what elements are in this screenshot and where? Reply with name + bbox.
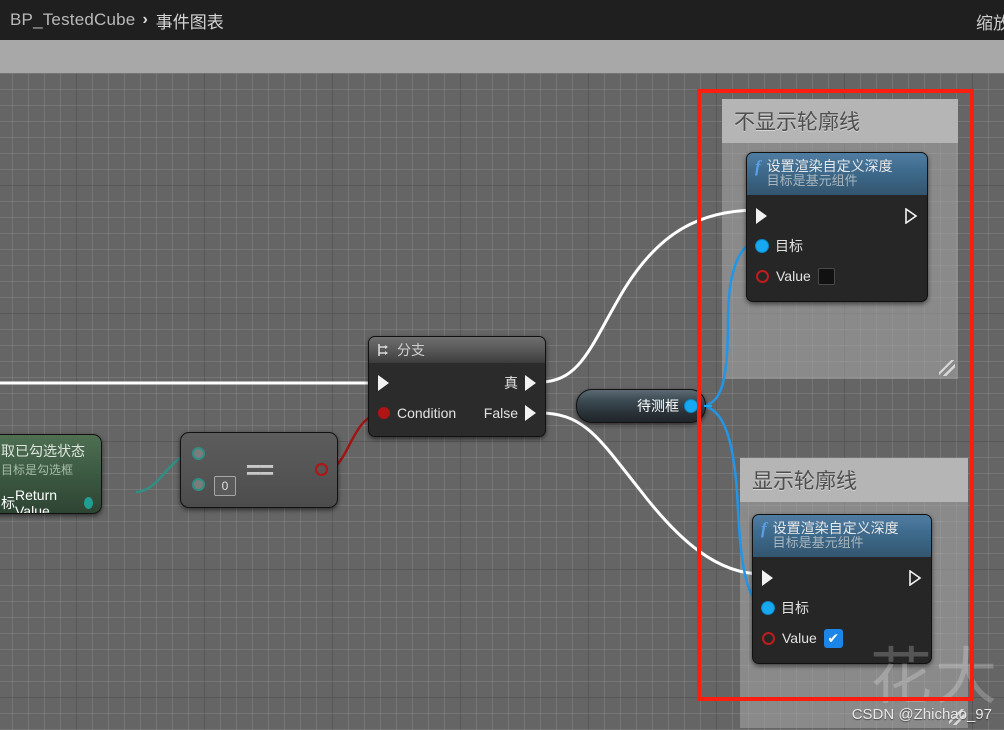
comment-title[interactable]: 显示轮廓线 (740, 458, 968, 502)
equals-value-field[interactable]: 0 (214, 476, 236, 496)
operator-label: == (245, 454, 274, 485)
pin-condition[interactable] (378, 407, 390, 419)
function-icon: f (761, 519, 767, 538)
event-graph-canvas[interactable]: 不显示轮廓线 显示轮廓线 取已勾选状态 目标是勾选框 标 Return Valu… (0, 40, 1004, 730)
function-icon: f (755, 157, 761, 176)
pin-exec-in[interactable] (378, 375, 389, 391)
zoom-label: 缩放 (976, 14, 1004, 33)
csdn-watermark: CSDN @Zhichao_97 (851, 706, 992, 723)
node-title: 取已勾选状态 (1, 443, 85, 459)
node-branch[interactable]: 分支 真 Condition False (368, 336, 546, 437)
pin-label-target: 标 (1, 495, 15, 511)
breadcrumb-separator-icon: › (142, 11, 148, 28)
pin-target[interactable] (762, 602, 774, 615)
node-subtitle: 目标是基元组件 (772, 535, 864, 551)
breadcrumb-current[interactable]: 事件图表 (156, 8, 224, 33)
node-title: 设置渲染自定义深度 (772, 520, 899, 536)
breadcrumb-root[interactable]: BP_TestedCube (10, 10, 135, 30)
node-variable-target-box[interactable]: 待测框 (576, 389, 712, 423)
pin-exec-in[interactable] (762, 570, 773, 587)
breadcrumb-bar: BP_TestedCube › 事件图表 缩放 (0, 0, 1004, 40)
pin-value[interactable] (756, 269, 769, 283)
resize-handle-icon[interactable] (939, 360, 955, 376)
node-set-render-custom-depth-hide[interactable]: f 设置渲染自定义深度 目标是基元组件 目标 Value (746, 152, 928, 303)
blueprint-editor: BP_TestedCube › 事件图表 缩放 不显示轮廓线 显示轮廓线 取已勾… (0, 0, 1004, 730)
canvas-top-band (0, 40, 1004, 73)
comment-title[interactable]: 不显示轮廓线 (722, 99, 958, 143)
node-get-checked-state[interactable]: 取已勾选状态 目标是勾选框 标 Return Value (0, 434, 102, 514)
pin-label-true: 真 (504, 375, 518, 391)
node-header: f 设置渲染自定义深度 目标是基元组件 (747, 153, 927, 196)
pin-stub (704, 405, 712, 407)
pin-exec-out[interactable] (909, 570, 922, 587)
node-title: 设置渲染自定义深度 (766, 158, 893, 174)
pin-label-value: Value (776, 268, 811, 285)
pin-label-return-value: Return Value (15, 487, 58, 514)
pin-equals-input-b[interactable] (192, 478, 205, 491)
pin-equals-output[interactable] (315, 463, 328, 476)
node-subtitle: 目标是勾选框 (1, 463, 74, 477)
node-subtitle: 目标是基元组件 (766, 173, 858, 189)
pin-value[interactable] (762, 631, 775, 645)
pin-label-condition: Condition (397, 405, 457, 421)
pin-target[interactable] (756, 240, 768, 253)
pin-exec-true[interactable] (525, 375, 536, 391)
value-checkbox-unchecked[interactable] (817, 267, 835, 285)
pin-exec-in[interactable] (756, 208, 767, 225)
wire-exec-false (539, 411, 763, 576)
node-set-render-custom-depth-show[interactable]: f 设置渲染自定义深度 目标是基元组件 目标 Value ✔ (752, 514, 932, 665)
pin-label-target: 目标 (781, 600, 809, 617)
variable-label: 待测框 (637, 398, 679, 414)
node-header: 分支 (369, 337, 545, 363)
pin-exec-false[interactable] (525, 405, 536, 421)
node-header: f 设置渲染自定义深度 目标是基元组件 (753, 515, 931, 558)
node-title: 分支 (397, 342, 425, 358)
pin-exec-out[interactable] (905, 208, 918, 225)
pin-return-value[interactable] (83, 497, 93, 509)
branch-icon (378, 344, 388, 356)
value-checkbox-checked[interactable]: ✔ (823, 628, 843, 648)
pin-equals-input-a[interactable] (192, 447, 205, 460)
pin-label-value: Value (782, 630, 817, 647)
pin-label-false: False (483, 405, 518, 421)
pin-variable-output[interactable] (685, 400, 697, 412)
node-equals[interactable]: == 0 (180, 432, 338, 508)
pin-label-target: 目标 (775, 238, 803, 255)
